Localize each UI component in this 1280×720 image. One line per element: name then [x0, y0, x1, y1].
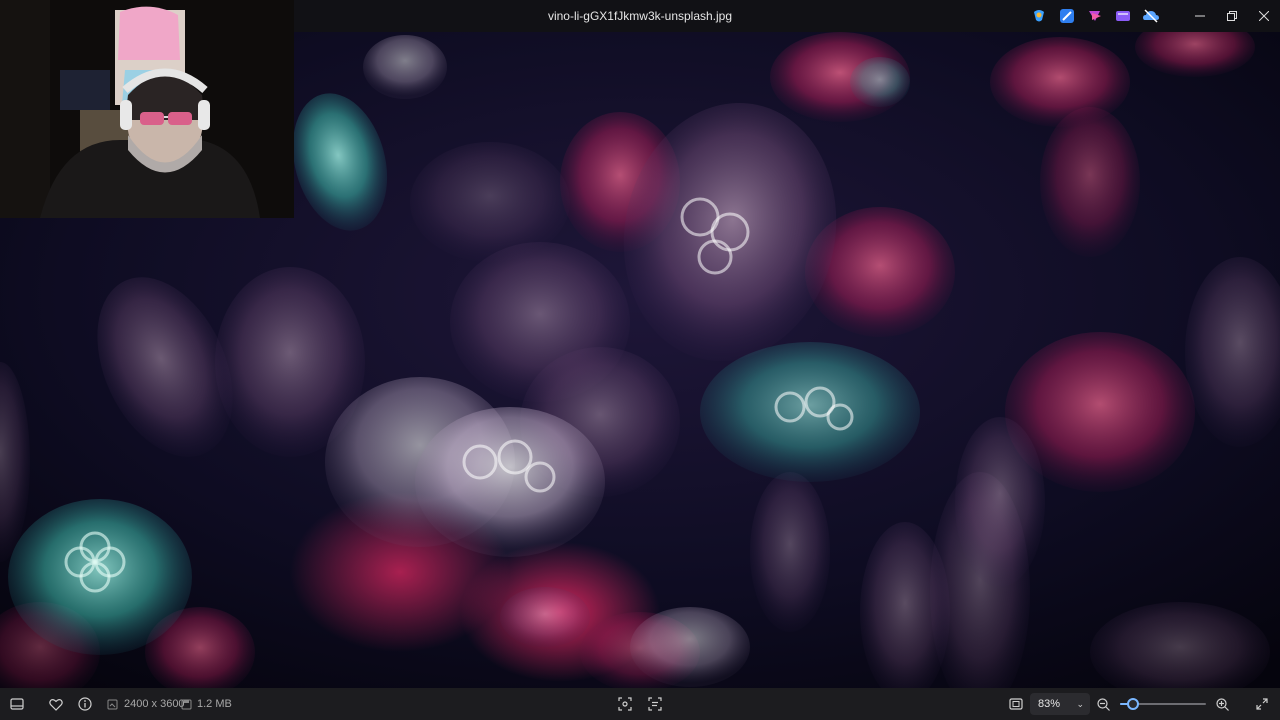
image-dimensions: 2400 x 3600 [124, 698, 185, 710]
copilot-icon[interactable] [1030, 7, 1048, 25]
app-icon-strip [1030, 7, 1160, 25]
designer-icon[interactable] [1058, 7, 1076, 25]
zoom-slider-thumb[interactable] [1126, 698, 1139, 710]
zoom-slider[interactable] [1120, 696, 1210, 712]
zoom-out-button[interactable] [1093, 694, 1113, 714]
tv-icon[interactable] [1114, 7, 1132, 25]
info-icon [78, 697, 92, 711]
close-icon [1259, 11, 1269, 21]
file-info-button[interactable] [75, 694, 95, 714]
onedrive-offline-icon[interactable] [1142, 7, 1160, 25]
window-controls [1184, 0, 1280, 32]
zoom-out-icon [1096, 697, 1110, 711]
expand-icon [1256, 698, 1268, 710]
restore-button[interactable] [1216, 0, 1248, 32]
restore-icon [1227, 11, 1237, 21]
full-screen-button[interactable] [1252, 694, 1272, 714]
zoom-in-icon [1215, 697, 1229, 711]
close-button[interactable] [1248, 0, 1280, 32]
file-size: 1.2 MB [197, 698, 232, 710]
chevron-down-icon: ⌄ [1076, 699, 1084, 709]
crop-frame-icon [618, 697, 632, 711]
zoom-level-value: 83% [1038, 698, 1061, 710]
minimize-button[interactable] [1184, 0, 1216, 32]
bottom-toolbar: 2400 x 3600 1.2 MB 83% ⌄ [0, 688, 1280, 720]
fit-screen-icon [1009, 698, 1023, 710]
scan-text-icon [648, 697, 662, 711]
heart-icon [49, 698, 63, 711]
crop-button[interactable] [615, 694, 635, 714]
zoom-in-button[interactable] [1212, 694, 1232, 714]
fit-to-window-button[interactable] [1006, 694, 1026, 714]
webcam-overlay [0, 0, 294, 218]
favorite-button[interactable] [46, 694, 66, 714]
file-title: vino-li-gGX1fJkmw3k-unsplash.jpg [547, 9, 733, 23]
file-size-icon [178, 694, 194, 714]
dimensions-icon [104, 694, 120, 714]
scan-text-button[interactable] [645, 694, 665, 714]
zoom-level-dropdown[interactable]: 83% ⌄ [1030, 693, 1090, 715]
minimize-icon [1195, 15, 1205, 17]
filmstrip-button[interactable] [7, 694, 27, 714]
clipchamp-icon[interactable] [1086, 7, 1104, 25]
filmstrip-icon [10, 698, 24, 710]
